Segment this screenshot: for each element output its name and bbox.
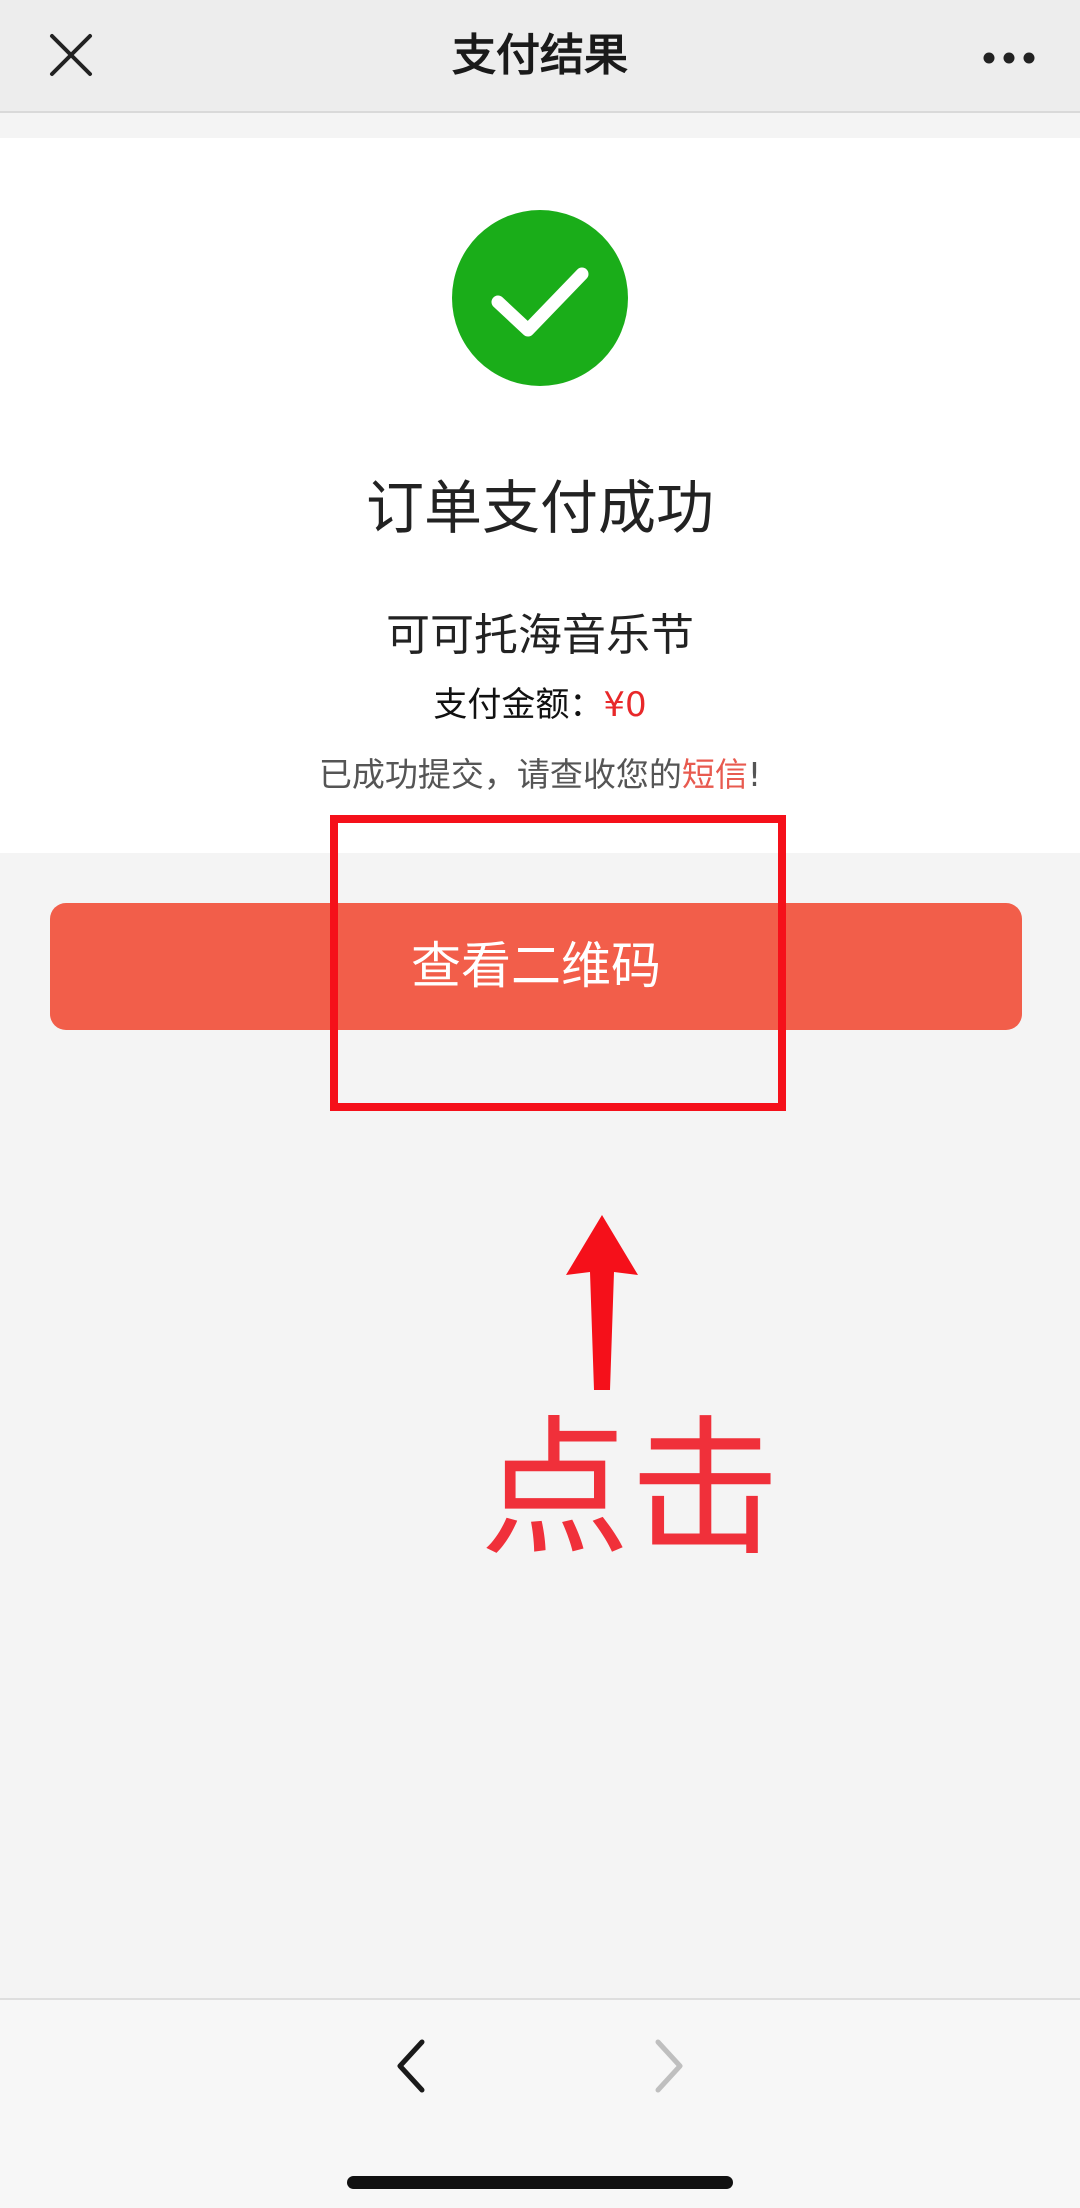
result-title: 订单支付成功	[365, 474, 714, 542]
home-indicator	[347, 2176, 733, 2189]
chevron-right-icon	[638, 2036, 698, 2096]
arrow-up-icon	[566, 1215, 638, 1390]
check-circle-icon	[450, 208, 630, 388]
nav-bar: 支付结果	[0, 0, 1080, 113]
result-card: 订单支付成功 可可托海音乐节 支付金额：¥0 已成功提交，请查收您的短信!	[0, 138, 1080, 853]
notice-prefix: 已成功提交，请查收您的	[318, 755, 682, 794]
event-name: 可可托海音乐节	[386, 610, 694, 661]
notice-suffix: !	[747, 755, 762, 794]
bottom-toolbar	[0, 1998, 1080, 2208]
notice-highlight: 短信	[681, 755, 748, 794]
annotation-label: 点击	[480, 1403, 781, 1577]
more-dots-icon[interactable]	[982, 40, 1036, 76]
page-title: 支付结果	[452, 30, 628, 81]
amount-value: ¥0	[603, 685, 647, 725]
highlight-box	[330, 815, 786, 1111]
chevron-left-icon[interactable]	[382, 2036, 442, 2096]
payment-amount: 支付金额：¥0	[0, 680, 1080, 730]
sms-notice: 已成功提交，请查收您的短信!	[0, 750, 1080, 800]
amount-label: 支付金额：	[433, 685, 604, 725]
